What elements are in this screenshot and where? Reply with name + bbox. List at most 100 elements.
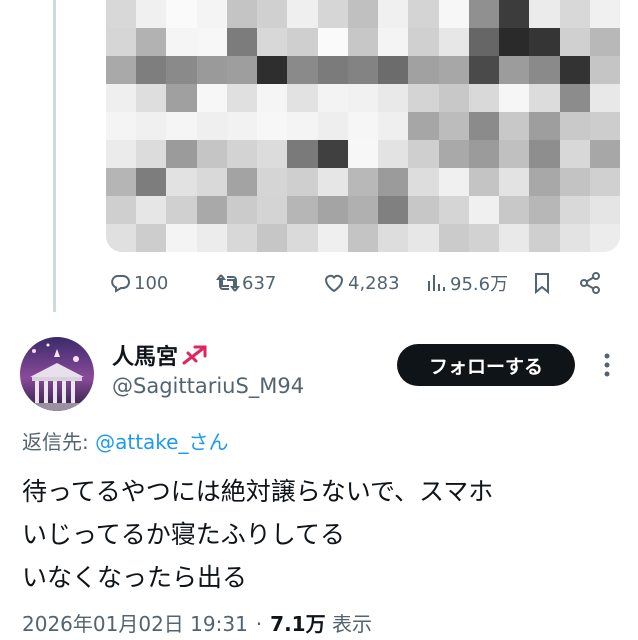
mosaic-cell	[559, 168, 590, 196]
views-count: 95.6万	[450, 274, 509, 295]
mosaic-cell	[529, 0, 560, 28]
mosaic-cell	[499, 0, 530, 28]
mosaic-cell	[468, 224, 500, 252]
mosaic-cell	[106, 0, 137, 28]
mosaic-cell	[136, 56, 167, 84]
mosaic-cell	[317, 168, 348, 196]
mosaic-cell	[589, 112, 620, 140]
reply-icon	[111, 275, 130, 293]
mosaic-cell	[347, 140, 379, 168]
pixelated-image[interactable]	[106, 0, 620, 252]
bookmark-button[interactable]	[530, 266, 556, 300]
mosaic-cell	[287, 168, 318, 196]
mosaic-cell	[257, 56, 288, 84]
mosaic-cell	[529, 56, 560, 84]
mosaic-cell	[317, 224, 348, 252]
mosaic-cell	[408, 56, 439, 84]
mosaic-cell	[529, 168, 560, 196]
mosaic-cell	[287, 0, 318, 28]
mosaic-cell	[589, 0, 620, 28]
mosaic-cell	[257, 224, 288, 252]
mosaic-cell	[287, 28, 318, 56]
mosaic-cell	[287, 56, 318, 84]
mosaic-cell	[438, 224, 469, 252]
mosaic-cell	[589, 168, 620, 196]
mosaic-cell	[378, 28, 409, 56]
avatar[interactable]	[20, 337, 94, 411]
like-count: 4,283	[348, 272, 400, 294]
repost-count: 637	[242, 272, 277, 294]
share-button[interactable]	[578, 266, 604, 300]
like-button[interactable]: 4,283	[322, 266, 400, 300]
mosaic-cell	[106, 56, 137, 84]
mosaic-cell	[589, 196, 620, 224]
mosaic-cell	[499, 140, 530, 168]
replying-to-link[interactable]: @attake_さん	[95, 430, 228, 454]
mosaic-cell	[287, 84, 318, 112]
mosaic-cell	[468, 56, 500, 84]
more-options-button[interactable]	[597, 351, 617, 379]
mosaic-cell	[317, 0, 348, 28]
mosaic-cell	[196, 56, 227, 84]
mosaic-cell	[499, 112, 530, 140]
mosaic-cell	[196, 224, 227, 252]
mosaic-cell	[589, 84, 620, 112]
share-icon	[580, 272, 600, 294]
mosaic-cell	[257, 84, 288, 112]
mosaic-cell	[196, 168, 227, 196]
mosaic-cell	[136, 84, 167, 112]
reply-button[interactable]: 100	[108, 266, 168, 300]
mosaic-cell	[106, 112, 137, 140]
mosaic-cell	[378, 0, 409, 28]
display-name[interactable]: 人馬宮	[112, 339, 208, 371]
repost-icon	[216, 274, 240, 292]
tweet-timestamp[interactable]: 2026年01月02日 19:31	[22, 608, 248, 637]
mosaic-cell	[287, 140, 318, 168]
mosaic-cell	[408, 224, 439, 252]
views-button[interactable]: 95.6万	[424, 266, 508, 300]
mosaic-cell	[196, 196, 227, 224]
repost-button[interactable]: 637	[216, 266, 276, 300]
user-handle[interactable]: @SagittariuS_M94	[112, 374, 304, 398]
mosaic-cell	[499, 168, 530, 196]
mosaic-cell	[136, 112, 167, 140]
mosaic-cell	[136, 0, 167, 28]
mosaic-cell	[589, 56, 620, 84]
mosaic-cell	[166, 196, 197, 224]
mosaic-cell	[529, 84, 560, 112]
tweet-views-count: 7.1万	[270, 612, 326, 636]
mosaic-cell	[589, 140, 620, 168]
mosaic-cell	[468, 112, 500, 140]
mosaic-cell	[559, 56, 590, 84]
follow-button[interactable]: フォローする	[397, 344, 575, 386]
mosaic-cell	[408, 196, 439, 224]
mosaic-cell	[408, 0, 439, 28]
mosaic-cell	[378, 140, 409, 168]
mosaic-cell	[166, 56, 197, 84]
bookmark-icon	[535, 273, 549, 295]
mosaic-cell	[287, 224, 318, 252]
mosaic-cell	[257, 112, 288, 140]
mosaic-cell	[438, 168, 469, 196]
mosaic-cell	[226, 140, 258, 168]
analytics-icon	[428, 275, 445, 291]
mosaic-cell	[106, 140, 137, 168]
mosaic-cell	[257, 0, 288, 28]
mosaic-cell	[347, 112, 379, 140]
mosaic-cell	[438, 140, 469, 168]
mosaic-cell	[226, 224, 258, 252]
mosaic-cell	[499, 56, 530, 84]
mosaic-cell	[196, 84, 227, 112]
mosaic-cell	[438, 84, 469, 112]
mosaic-cell	[438, 56, 469, 84]
mosaic-cell	[317, 140, 348, 168]
mosaic-cell	[468, 84, 500, 112]
mosaic-cell	[347, 56, 379, 84]
mosaic-cell	[226, 84, 258, 112]
mosaic-cell	[408, 168, 439, 196]
mosaic-cell	[166, 112, 197, 140]
mosaic-cell	[317, 84, 348, 112]
mosaic-cell	[347, 168, 379, 196]
mosaic-cell	[559, 196, 590, 224]
mosaic-cell	[468, 196, 500, 224]
